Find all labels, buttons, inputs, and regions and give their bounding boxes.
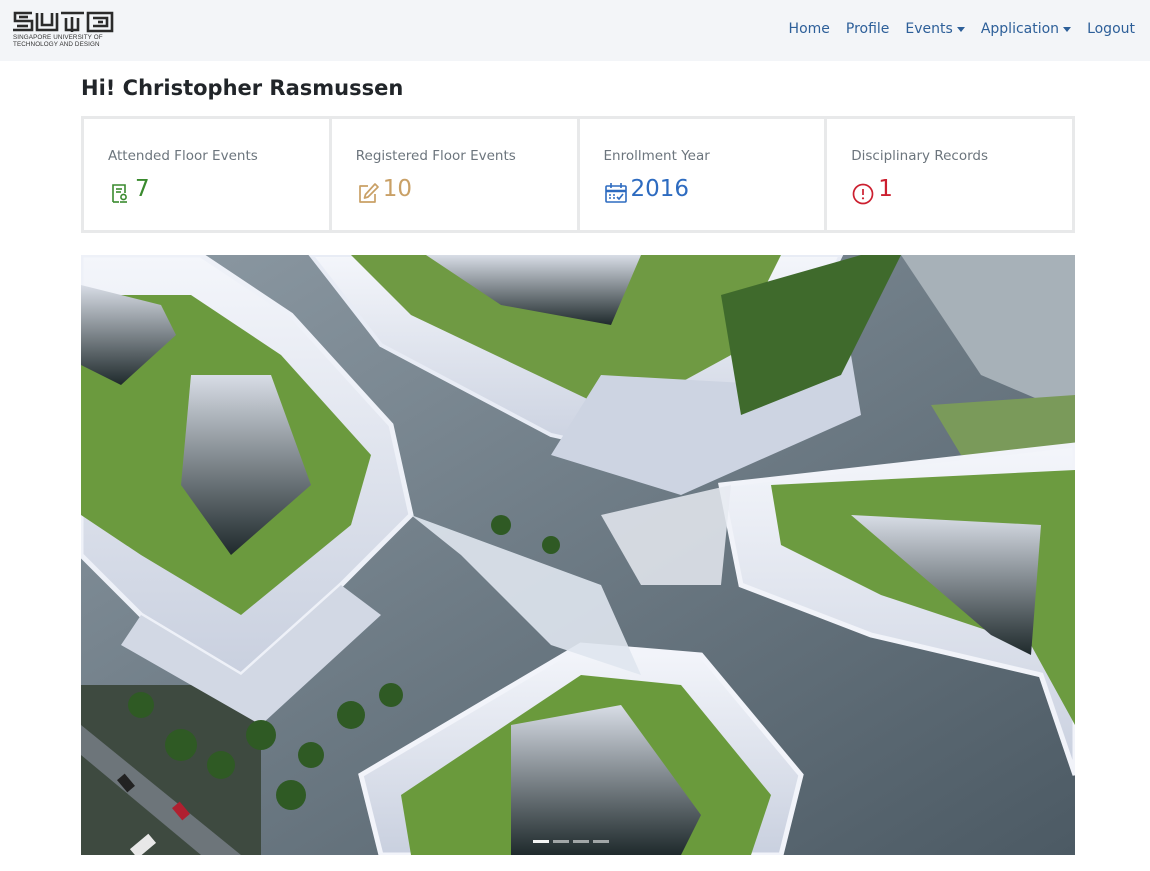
- stat-value: 7: [135, 176, 150, 202]
- stat-card-attended-events: Attended Floor Events 7: [84, 119, 329, 230]
- nav-menu: Home Profile Events Application Logout: [781, 21, 1135, 37]
- stat-value: 2016: [630, 176, 690, 202]
- certificate-icon: [112, 184, 127, 203]
- nav-application-label: Application: [980, 21, 1060, 37]
- page-title: Hi! Christopher Rasmussen: [81, 76, 404, 100]
- nav-home-link[interactable]: Home: [781, 21, 838, 37]
- nav-application-dropdown[interactable]: Application: [973, 21, 1079, 37]
- campus-carousel-image[interactable]: [81, 255, 1075, 855]
- nav-events-label: Events: [905, 21, 953, 37]
- navbar: SINGAPORE UNIVERSITY OF TECHNOLOGY AND D…: [0, 0, 1150, 61]
- carousel-indicator[interactable]: [533, 840, 549, 843]
- stat-label: Enrollment Year: [603, 148, 710, 164]
- calendar-check-icon: [604, 183, 627, 203]
- sutd-logo[interactable]: SINGAPORE UNIVERSITY OF TECHNOLOGY AND D…: [12, 10, 116, 52]
- stat-value: 10: [382, 176, 413, 202]
- stat-label: Attended Floor Events: [108, 148, 258, 164]
- stats-panel: Attended Floor Events 7 Registered Floor…: [81, 116, 1075, 233]
- carousel-indicator[interactable]: [573, 840, 589, 843]
- chevron-down-icon: [1063, 26, 1072, 32]
- logo-caption: SINGAPORE UNIVERSITY OF TECHNOLOGY AND D…: [13, 34, 103, 48]
- sutd-logo-mark: [13, 11, 114, 33]
- campus-aerial-illustration: [81, 255, 1075, 855]
- stat-label: Disciplinary Records: [851, 148, 989, 164]
- stat-card-registered-events: Registered Floor Events 10: [331, 119, 577, 230]
- stat-card-enrollment-year: Enrollment Year 2016: [579, 119, 825, 230]
- nav-profile-link[interactable]: Profile: [838, 21, 898, 37]
- stat-value: 1: [878, 176, 893, 202]
- carousel-indicators: [533, 840, 609, 843]
- carousel-indicator[interactable]: [593, 840, 609, 843]
- chevron-down-icon: [956, 26, 965, 32]
- nav-events-dropdown[interactable]: Events: [897, 21, 972, 37]
- stat-card-disciplinary-records: Disciplinary Records 1: [827, 119, 1072, 230]
- nav-logout-link[interactable]: Logout: [1079, 21, 1135, 37]
- edit-icon: [358, 183, 379, 203]
- alert-circle-icon: [852, 183, 874, 205]
- stat-label: Registered Floor Events: [355, 148, 516, 164]
- carousel-indicator[interactable]: [553, 840, 569, 843]
